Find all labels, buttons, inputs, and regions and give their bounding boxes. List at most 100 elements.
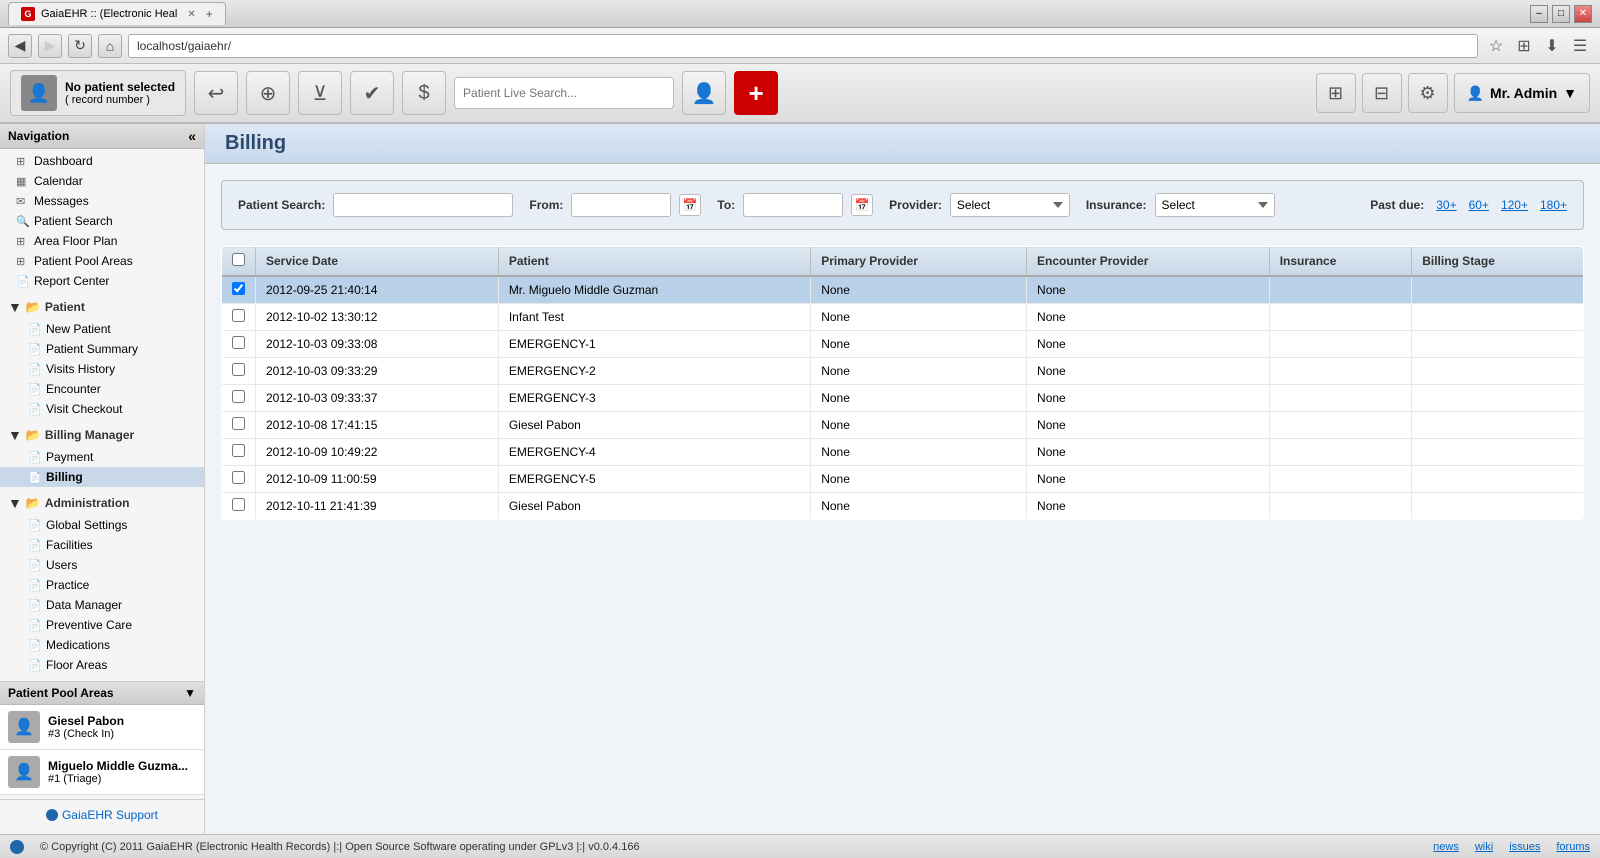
verify-tool-button[interactable]: ✔	[350, 71, 394, 115]
pool-patient-1[interactable]: 👤 Giesel Pabon #3 (Check In)	[0, 705, 204, 750]
download-button[interactable]: ⬇	[1540, 34, 1564, 58]
issues-link[interactable]: issues	[1509, 841, 1540, 853]
home-button[interactable]: ⌂	[98, 34, 122, 58]
row-checkbox-cell[interactable]	[222, 466, 256, 493]
bookmark-manager-button[interactable]: ⊞	[1512, 34, 1536, 58]
pool-header[interactable]: Patient Pool Areas ▼	[0, 682, 204, 705]
col-primary-provider[interactable]: Primary Provider	[811, 247, 1027, 277]
reload-button[interactable]: ↻	[68, 34, 92, 58]
administration-group-header[interactable]: ▼ 📂 Administration	[0, 491, 204, 515]
grid-view-button[interactable]: ⊞	[1316, 73, 1356, 113]
from-date-picker-button[interactable]: 📅	[679, 194, 701, 216]
checkout-tool-button[interactable]: ⊻	[298, 71, 342, 115]
maximize-button[interactable]: □	[1552, 5, 1570, 23]
past-due-30-link[interactable]: 30+	[1436, 198, 1456, 212]
col-patient[interactable]: Patient	[498, 247, 810, 277]
row-checkbox-cell[interactable]	[222, 358, 256, 385]
row-checkbox[interactable]	[232, 444, 245, 457]
back-tool-button[interactable]: ↩	[194, 71, 238, 115]
user-icon-button[interactable]: 👤	[682, 71, 726, 115]
sidebar-item-dashboard[interactable]: ⊞ Dashboard	[0, 151, 204, 171]
sidebar-item-visit-checkout[interactable]: 📄 Visit Checkout	[0, 399, 204, 419]
sidebar-item-floor-areas[interactable]: 📄 Floor Areas	[0, 655, 204, 675]
billing-tool-button[interactable]: $	[402, 71, 446, 115]
wiki-link[interactable]: wiki	[1475, 841, 1493, 853]
settings-button[interactable]: ⚙	[1408, 73, 1448, 113]
patient-search-input[interactable]	[333, 193, 513, 217]
col-select-all[interactable]	[222, 247, 256, 277]
past-due-180-link[interactable]: 180+	[1540, 198, 1567, 212]
col-service-date[interactable]: Service Date	[256, 247, 499, 277]
col-encounter-provider[interactable]: Encounter Provider	[1027, 247, 1270, 277]
past-due-60-link[interactable]: 60+	[1469, 198, 1489, 212]
row-checkbox[interactable]	[232, 336, 245, 349]
to-date-input[interactable]	[743, 193, 843, 217]
to-date-picker-button[interactable]: 📅	[851, 194, 873, 216]
row-checkbox[interactable]	[232, 417, 245, 430]
row-checkbox-cell[interactable]	[222, 493, 256, 520]
col-insurance[interactable]: Insurance	[1269, 247, 1411, 277]
sidebar-item-billing[interactable]: 📄 Billing	[0, 467, 204, 487]
insurance-select[interactable]: Select	[1155, 193, 1275, 217]
table-row[interactable]: 2012-10-02 13:30:12 Infant Test None Non…	[222, 304, 1584, 331]
sidebar-item-area-floor-plan[interactable]: ⊞ Area Floor Plan	[0, 231, 204, 251]
close-button[interactable]: ✕	[1574, 5, 1592, 23]
row-checkbox-cell[interactable]	[222, 331, 256, 358]
from-date-input[interactable]	[571, 193, 671, 217]
table-row[interactable]: 2012-10-03 09:33:08 EMERGENCY-1 None Non…	[222, 331, 1584, 358]
sidebar-item-preventive-care[interactable]: 📄 Preventive Care	[0, 615, 204, 635]
row-checkbox[interactable]	[232, 498, 245, 511]
bookmarks-button[interactable]: ☆	[1484, 34, 1508, 58]
admin-user-button[interactable]: 👤 Mr. Admin ▼	[1454, 73, 1590, 113]
add-tool-button[interactable]: ⊕	[246, 71, 290, 115]
news-link[interactable]: news	[1433, 841, 1459, 853]
patient-group-header[interactable]: ▼ 📂 Patient	[0, 295, 204, 319]
sidebar-item-patient-pool-areas[interactable]: ⊞ Patient Pool Areas	[0, 251, 204, 271]
sidebar-item-new-patient[interactable]: 📄 New Patient	[0, 319, 204, 339]
row-checkbox[interactable]	[232, 282, 245, 295]
forums-link[interactable]: forums	[1556, 841, 1590, 853]
row-checkbox-cell[interactable]	[222, 276, 256, 304]
minimize-button[interactable]: –	[1530, 5, 1548, 23]
sidebar-item-payment[interactable]: 📄 Payment	[0, 447, 204, 467]
row-checkbox[interactable]	[232, 390, 245, 403]
sidebar-item-users[interactable]: 📄 Users	[0, 555, 204, 575]
provider-select[interactable]: Select	[950, 193, 1070, 217]
menu-button[interactable]: ☰	[1568, 34, 1592, 58]
sidebar-item-encounter[interactable]: 📄 Encounter	[0, 379, 204, 399]
row-checkbox-cell[interactable]	[222, 304, 256, 331]
sidebar-item-patient-search[interactable]: 🔍 Patient Search	[0, 211, 204, 231]
row-checkbox[interactable]	[232, 471, 245, 484]
sidebar-item-messages[interactable]: ✉ Messages	[0, 191, 204, 211]
col-billing-stage[interactable]: Billing Stage	[1412, 247, 1584, 277]
back-button[interactable]: ◀	[8, 34, 32, 58]
select-all-checkbox[interactable]	[232, 253, 245, 266]
address-bar[interactable]: localhost/gaiaehr/	[128, 34, 1478, 58]
table-row[interactable]: 2012-10-03 09:33:37 EMERGENCY-3 None Non…	[222, 385, 1584, 412]
sidebar-item-facilities[interactable]: 📄 Facilities	[0, 535, 204, 555]
support-link[interactable]: GaiaEHR Support	[8, 808, 196, 822]
row-checkbox-cell[interactable]	[222, 439, 256, 466]
row-checkbox[interactable]	[232, 309, 245, 322]
sidebar-collapse-button[interactable]: «	[188, 128, 196, 144]
table-row[interactable]: 2012-10-09 11:00:59 EMERGENCY-5 None Non…	[222, 466, 1584, 493]
patient-live-search[interactable]	[454, 77, 674, 109]
sidebar-item-data-manager[interactable]: 📄 Data Manager	[0, 595, 204, 615]
sidebar-item-visits-history[interactable]: 📄 Visits History	[0, 359, 204, 379]
table-row[interactable]: 2012-10-03 09:33:29 EMERGENCY-2 None Non…	[222, 358, 1584, 385]
forward-button[interactable]: ▶	[38, 34, 62, 58]
sidebar-item-practice[interactable]: 📄 Practice	[0, 575, 204, 595]
billing-manager-group-header[interactable]: ▼ 📂 Billing Manager	[0, 423, 204, 447]
sidebar-item-calendar[interactable]: ▦ Calendar	[0, 171, 204, 191]
pool-patient-2[interactable]: 👤 Miguelo Middle Guzma... #1 (Triage)	[0, 750, 204, 795]
sidebar-item-global-settings[interactable]: 📄 Global Settings	[0, 515, 204, 535]
sidebar-item-medications[interactable]: 📄 Medications	[0, 635, 204, 655]
new-tab-button[interactable]: +	[206, 7, 213, 21]
row-checkbox-cell[interactable]	[222, 385, 256, 412]
table-row[interactable]: 2012-10-08 17:41:15 Giesel Pabon None No…	[222, 412, 1584, 439]
table-row[interactable]: 2012-10-11 21:41:39 Giesel Pabon None No…	[222, 493, 1584, 520]
row-checkbox-cell[interactable]	[222, 412, 256, 439]
sidebar-item-patient-summary[interactable]: 📄 Patient Summary	[0, 339, 204, 359]
split-view-button[interactable]: ⊟	[1362, 73, 1402, 113]
row-checkbox[interactable]	[232, 363, 245, 376]
